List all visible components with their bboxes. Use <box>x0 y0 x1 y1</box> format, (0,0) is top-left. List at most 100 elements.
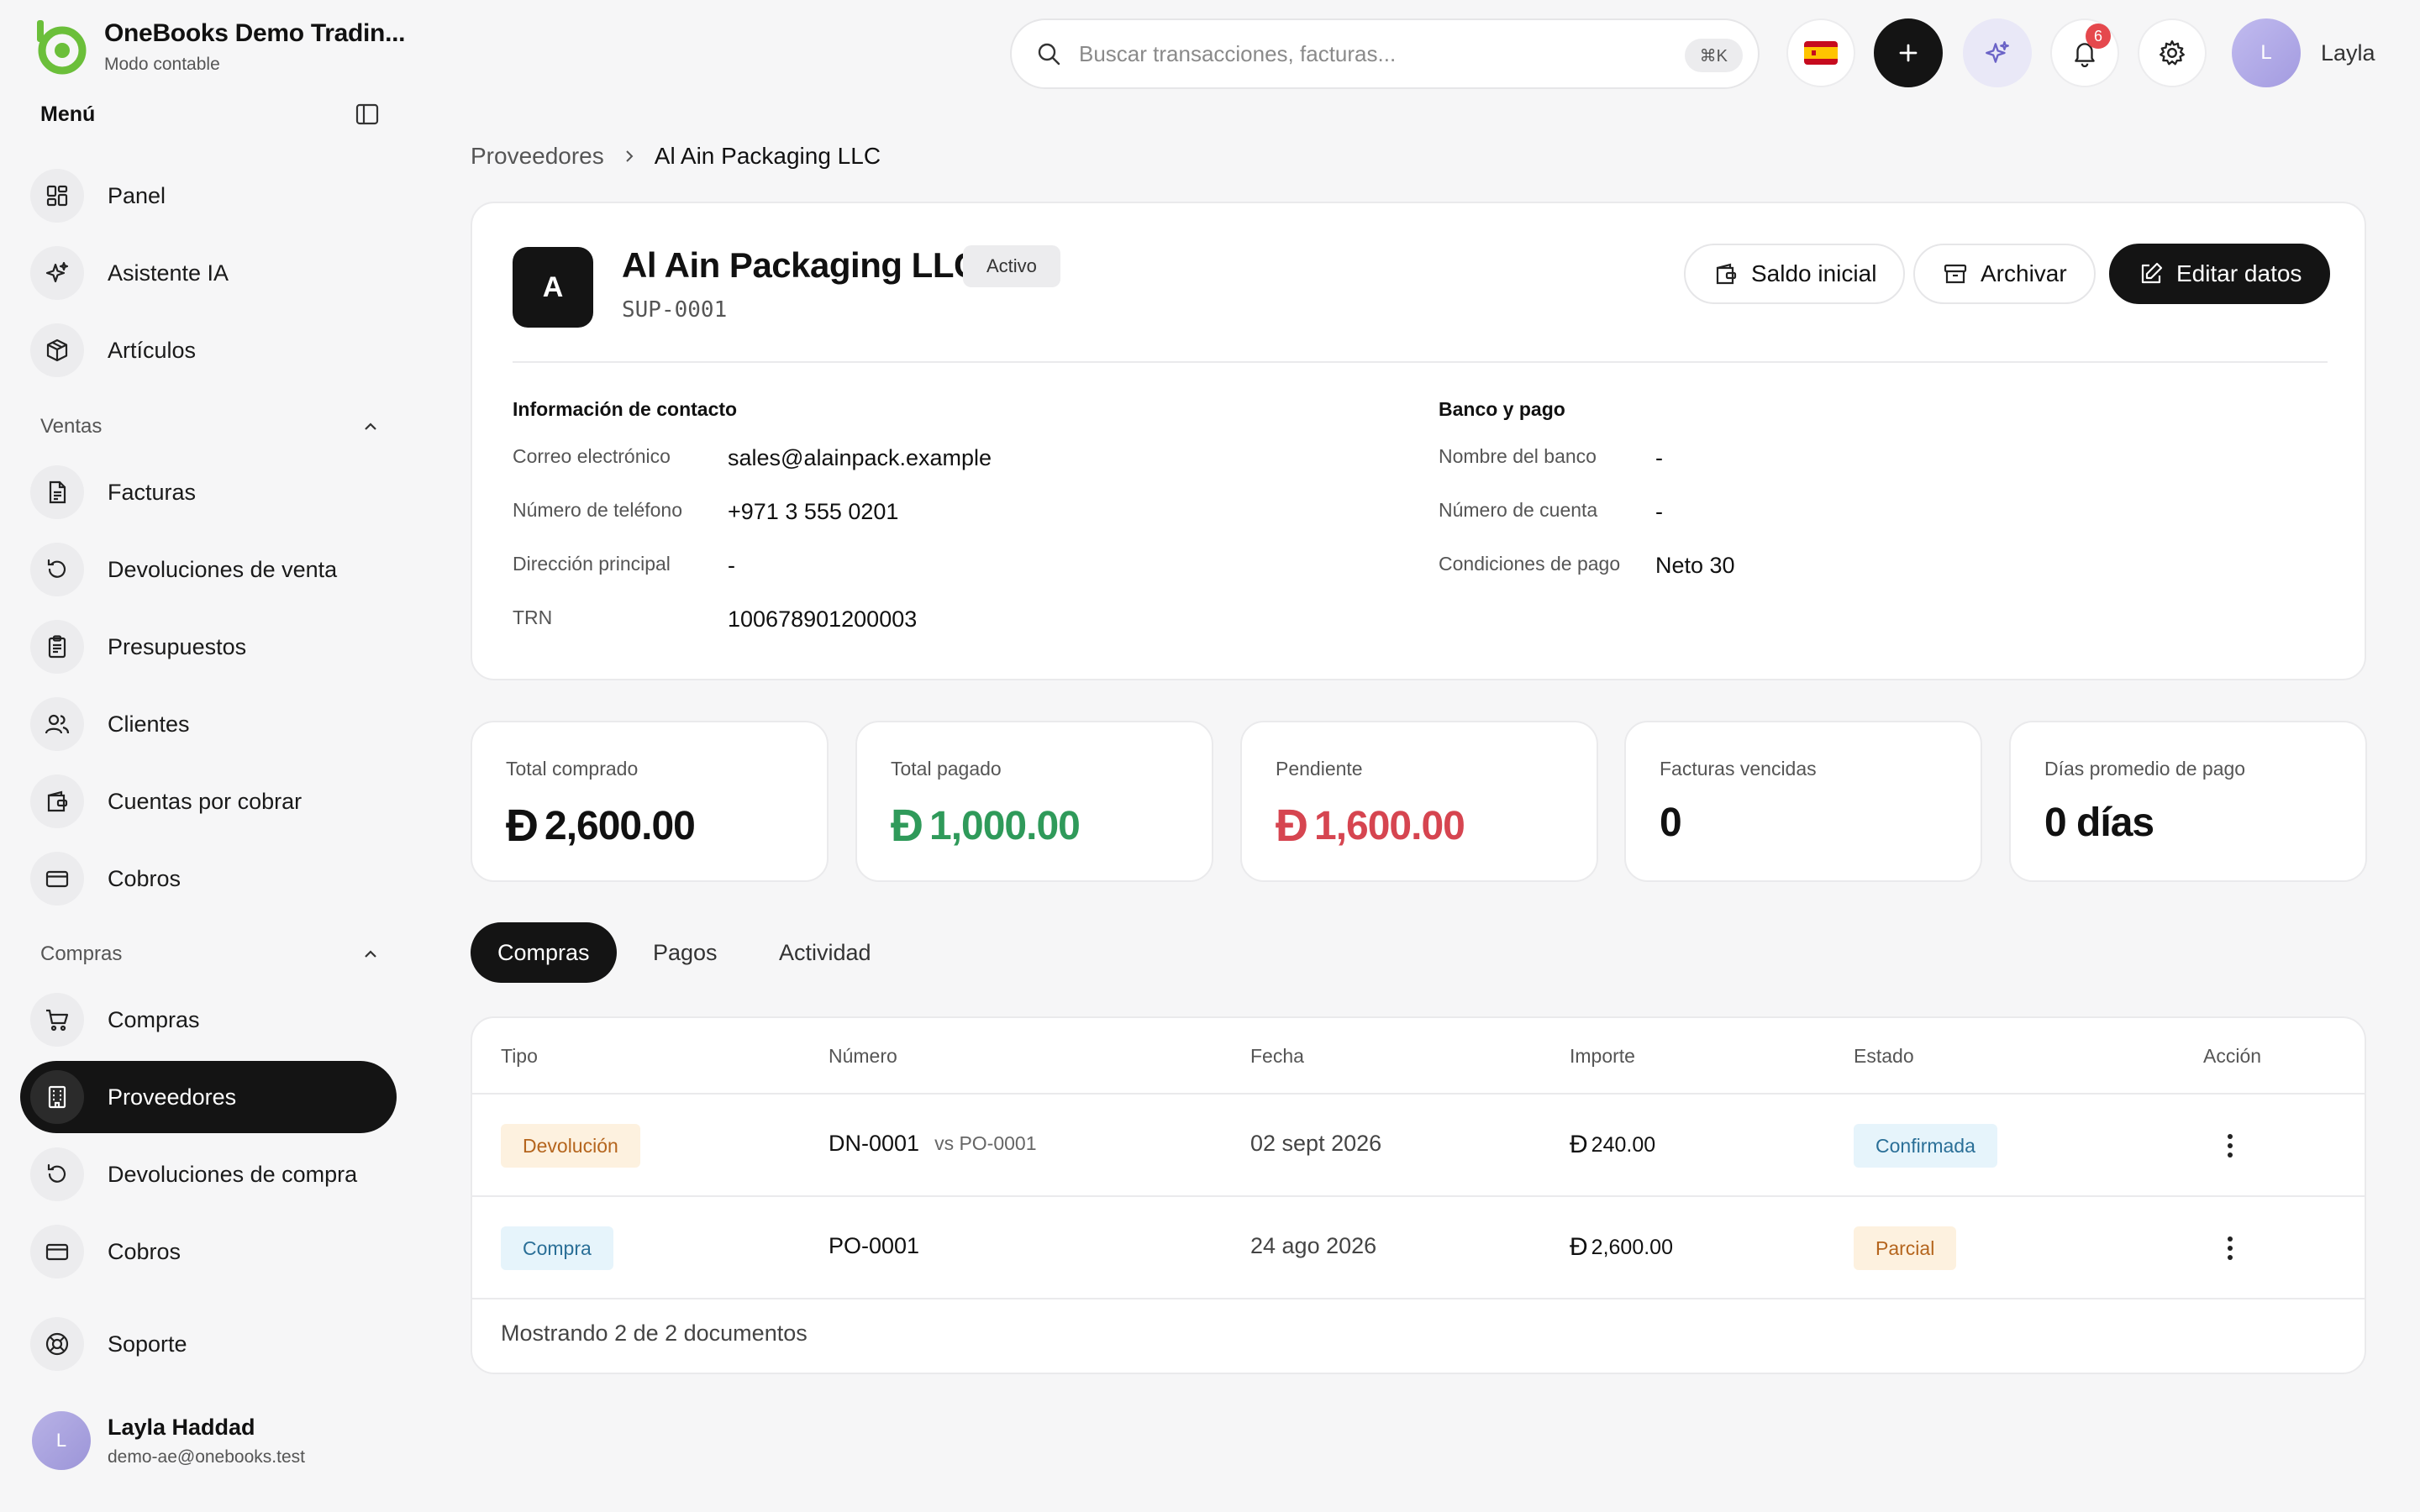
opening-balance-label: Saldo inicial <box>1751 260 1877 286</box>
edit-details-label: Editar datos <box>2176 260 2302 286</box>
sidebar-item-label: Devoluciones de venta <box>108 556 338 582</box>
contact-info-title: Información de contacto <box>513 398 738 420</box>
supplier-name: Al Ain Packaging LLC <box>622 245 979 285</box>
notifications-button[interactable]: 6 <box>2050 18 2119 87</box>
sidebar-item-purchase-payments[interactable]: Cobros <box>20 1215 397 1288</box>
dirham-icon: Đ <box>506 801 539 851</box>
sidebar-toggle-icon[interactable] <box>354 101 381 128</box>
sidebar-item-quotes[interactable]: Presupuestos <box>20 611 397 683</box>
document-amount: Đ 240.00 <box>1570 1131 1655 1159</box>
card-icon <box>30 1225 84 1278</box>
settings-button[interactable] <box>2138 18 2207 87</box>
sidebar-item-panel[interactable]: Panel <box>20 160 397 232</box>
breadcrumb-suppliers-link[interactable]: Proveedores <box>471 143 604 170</box>
column-header-amount: Importe <box>1570 1045 1635 1067</box>
payment-terms-label: Condiciones de pago <box>1439 553 1621 575</box>
column-header-date: Fecha <box>1250 1045 1304 1067</box>
onebooks-logo-icon <box>37 20 87 75</box>
dirham-icon: Đ <box>1570 1233 1588 1261</box>
edit-details-button[interactable]: Editar datos <box>2109 244 2331 304</box>
sidebar-item-ai-assistant[interactable]: Asistente IA <box>20 237 397 309</box>
edit-icon <box>2141 262 2163 284</box>
account-number-value: - <box>1655 499 1663 524</box>
document-number: PO-0001 <box>829 1233 919 1259</box>
type-badge: Devolución <box>501 1124 640 1168</box>
sidebar-item-support[interactable]: Soporte <box>20 1308 397 1380</box>
sidebar-item-purchase-returns[interactable]: Devoluciones de compra <box>20 1138 397 1210</box>
sidebar-item-suppliers[interactable]: Proveedores <box>20 1061 397 1133</box>
tab-payments[interactable]: Pagos <box>626 922 744 983</box>
archive-icon <box>1944 264 1967 284</box>
more-vertical-icon <box>2228 1134 2233 1158</box>
user-email: demo-ae@onebooks.test <box>108 1446 305 1467</box>
row-actions-button[interactable] <box>2212 1230 2249 1267</box>
stat-label: Días promedio de pago <box>2044 758 2246 780</box>
language-button[interactable] <box>1786 18 1855 87</box>
tab-purchases[interactable]: Compras <box>471 922 617 983</box>
sidebar-item-label: Asistente IA <box>108 260 229 286</box>
section-sales-toggle[interactable]: Ventas <box>40 415 381 438</box>
search-input[interactable] <box>1079 40 1650 67</box>
archive-label: Archivar <box>1981 260 2067 286</box>
chevron-up-icon <box>365 423 376 430</box>
notification-count-badge: 6 <box>2086 24 2111 49</box>
document-number-text[interactable]: PO-0001 <box>829 1233 919 1259</box>
stat-value: Đ 1,600.00 <box>1276 800 1465 852</box>
document-number-text[interactable]: DN-0001 <box>829 1131 919 1157</box>
divider <box>472 1093 2365 1095</box>
sidebar-item-articles[interactable]: Artículos <box>20 314 397 386</box>
stat-value: 0 días <box>2044 801 2154 845</box>
document-number: DN-0001 vs PO-0001 <box>829 1131 1037 1157</box>
sidebar-item-label: Compras <box>108 1006 200 1032</box>
status-badge: Parcial <box>1854 1226 1957 1270</box>
search-shortcut: ⌘K <box>1684 39 1743 72</box>
dirham-icon: Đ <box>1570 1131 1588 1158</box>
spain-flag-icon <box>1804 41 1838 65</box>
return-icon <box>30 543 84 596</box>
row-actions-button[interactable] <box>2212 1127 2249 1164</box>
user-name: Layla Haddad <box>108 1414 255 1440</box>
sidebar-item-invoices[interactable]: Facturas <box>20 456 397 528</box>
cart-icon <box>30 993 84 1047</box>
section-purchases-toggle[interactable]: Compras <box>40 942 381 966</box>
address-label: Dirección principal <box>513 553 671 575</box>
archive-button[interactable]: Archivar <box>1913 244 2096 304</box>
trn-value: 100678901200003 <box>728 606 918 632</box>
document-amount: Đ 2,600.00 <box>1570 1233 1673 1262</box>
email-value: sales@alainpack.example <box>728 445 992 470</box>
sidebar-item-label: Panel <box>108 182 166 208</box>
document-date: 24 ago 2026 <box>1250 1233 1377 1258</box>
supplier-profile-card: A Al Ain Packaging LLC Activo SUP-0001 S… <box>471 202 2366 680</box>
user-menu[interactable]: L Layla <box>2232 18 2375 87</box>
address-value: - <box>728 553 735 578</box>
avatar: L <box>2232 18 2301 87</box>
document-date: 02 sept 2026 <box>1250 1131 1382 1156</box>
sidebar-item-purchases[interactable]: Compras <box>20 984 397 1056</box>
email-label: Correo electrónico <box>513 445 671 467</box>
sidebar-item-receivables[interactable]: Cuentas por cobrar <box>20 765 397 837</box>
sidebar-item-label: Soporte <box>108 1331 187 1357</box>
stat-label: Total pagado <box>891 758 1002 780</box>
document-reference: vs PO-0001 <box>934 1132 1037 1154</box>
sidebar-item-sales-returns[interactable]: Devoluciones de venta <box>20 533 397 606</box>
user-short-name: Layla <box>2321 39 2375 66</box>
ai-assistant-button[interactable] <box>1963 18 2032 87</box>
add-new-button[interactable] <box>1874 18 1943 87</box>
sidebar-item-customers[interactable]: Clientes <box>20 688 397 760</box>
accounting-mode: Modo contable <box>104 55 220 74</box>
bank-name-label: Nombre del banco <box>1439 445 1597 467</box>
sidebar-item-sales-collections[interactable]: Cobros <box>20 843 397 915</box>
amount-value: 2,600.00 <box>1591 1235 1673 1259</box>
tab-activity[interactable]: Actividad <box>752 922 898 983</box>
opening-balance-button[interactable]: Saldo inicial <box>1684 244 1906 304</box>
invoice-icon <box>30 465 84 519</box>
user-profile-card[interactable]: L Layla Haddad demo-ae@onebooks.test <box>32 1411 305 1470</box>
dashboard-icon <box>30 169 84 223</box>
sidebar: OneBooks Demo Tradin... Modo contable Me… <box>0 0 412 1512</box>
avatar: L <box>32 1411 91 1470</box>
column-header-status: Estado <box>1854 1045 1914 1067</box>
search-bar[interactable]: ⌘K <box>1010 18 1760 89</box>
more-vertical-icon <box>2228 1236 2233 1260</box>
stat-label: Total comprado <box>506 758 639 780</box>
brand[interactable]: OneBooks Demo Tradin... Modo contable <box>32 18 405 76</box>
